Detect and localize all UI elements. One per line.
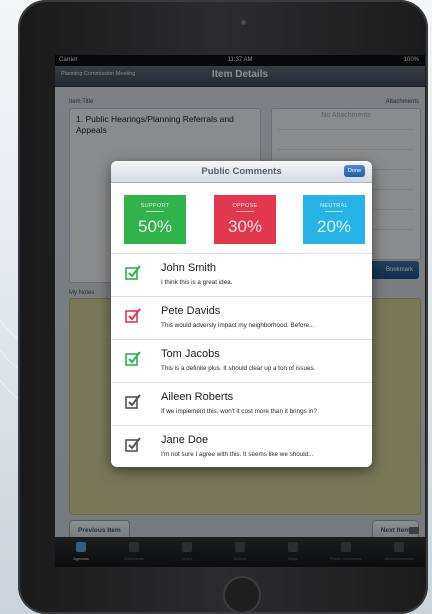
commenter-name: Jane Doe [161,434,209,446]
check-box-icon [125,394,141,409]
check-box-icon [125,351,141,366]
popover-header: Public Comments Done [111,161,372,183]
comment-row[interactable]: Tom Jacobs This is a definite plus. It s… [111,339,372,383]
stat-value: 50% [137,217,173,236]
commenter-name: Tom Jacobs [161,348,220,360]
commenter-name: John Smith [161,262,217,274]
commenter-name: Aileen Roberts [161,391,234,403]
comment-text: I think this is a great idea. [161,279,233,286]
public-comments-popover: Public Comments Done SUPPORT 50% OPPOSE … [111,161,372,467]
check-box-icon [125,265,141,280]
screen: Carrier 11:37 AM 100% Planning Commissio… [55,55,425,567]
camera-dot [241,20,246,25]
comment-row[interactable]: Jane Doe I'm not sure I agree with this.… [111,425,372,467]
check-box-icon [125,437,141,452]
oppose-stat: OPPOSE 30% [214,195,276,244]
stat-label: SUPPORT [124,203,186,212]
home-button[interactable] [223,576,261,614]
comment-row[interactable]: John Smith I think this is a great idea. [111,253,372,297]
stat-value: 30% [227,217,263,236]
comment-text: This is a definite plus. It should clear… [161,365,316,372]
stat-label: OPPOSE [214,203,276,212]
comment-text: This would adversly impact my neighborho… [161,322,315,329]
comment-row[interactable]: Aileen Roberts If we implement this, won… [111,382,372,426]
comment-row[interactable]: Pete Davids This would adversly impact m… [111,296,372,340]
support-stat: SUPPORT 50% [124,195,186,244]
popover-title: Public Comments [201,166,282,177]
neutral-stat: NEUTRAL 20% [303,195,365,244]
comment-text: If we implement this, won't it cost more… [161,408,317,415]
done-button[interactable]: Done [344,165,365,177]
stat-label: NEUTRAL [303,203,365,212]
stat-value: 20% [316,217,352,236]
commenter-name: Pete Davids [161,305,221,317]
check-box-icon [125,308,141,323]
ipad-device: Carrier 11:37 AM 100% Planning Commissio… [18,0,428,614]
comment-text: I'm not sure I agree with this. It seems… [161,451,314,458]
